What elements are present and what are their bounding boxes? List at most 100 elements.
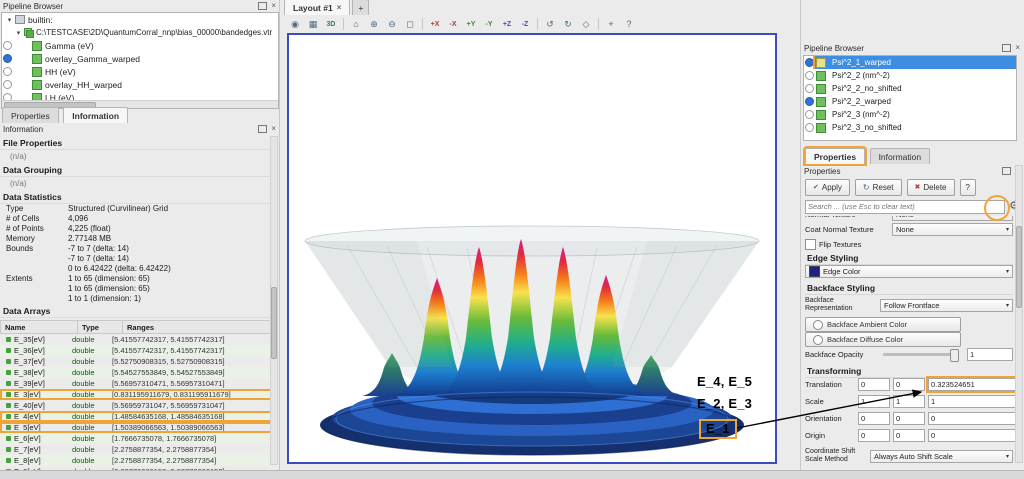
- visibility-eye-icon[interactable]: [805, 97, 814, 106]
- pipeline-item-psi2-2-warped[interactable]: Psi^2_2_warped: [804, 95, 1016, 108]
- tab-information[interactable]: Information: [870, 148, 931, 164]
- backface-ambient-color-button[interactable]: Backface Ambient Color: [805, 317, 961, 332]
- table-row[interactable]: E_7[eV]double[2.2758877354, 2.2758877354…: [0, 444, 272, 455]
- orientation-z-input[interactable]: [928, 412, 1017, 425]
- isometric-view-icon[interactable]: ◇: [577, 16, 595, 33]
- table-row[interactable]: E_38[eV]double[5.54527553849, 5.54527553…: [0, 367, 272, 378]
- scale-x-input[interactable]: [858, 395, 890, 408]
- vertical-scrollbar[interactable]: [1015, 165, 1023, 463]
- delete-button[interactable]: ✖ Delete: [907, 179, 955, 196]
- visibility-eye-icon[interactable]: [805, 71, 814, 80]
- pipeline-item-psi2-3-no-shifted[interactable]: Psi^2_3_no_shifted: [804, 121, 1016, 134]
- col-name[interactable]: Name: [1, 321, 78, 333]
- table-row[interactable]: E_8[eV]double[2.2758877354, 2.2758877354…: [0, 455, 272, 466]
- tab-properties[interactable]: Properties: [2, 107, 59, 123]
- translation-y-input[interactable]: [893, 378, 925, 391]
- table-row[interactable]: E_6[eV]double[1.7666735078, 1.7666735078…: [0, 433, 272, 444]
- coat-normal-texture-select[interactable]: None ▾: [892, 223, 1013, 236]
- view-minus-z-icon[interactable]: -Z: [516, 16, 534, 33]
- visibility-eye-icon[interactable]: [3, 67, 12, 76]
- float-panel-icon[interactable]: [258, 2, 267, 10]
- scale-y-input[interactable]: [893, 395, 925, 408]
- orientation-y-input[interactable]: [893, 412, 925, 425]
- pipeline-item-psi2-3[interactable]: Psi^2_3 (nm^-2): [804, 108, 1016, 121]
- table-row[interactable]: E_40[eV]double[5.56959731047, 5.56959731…: [0, 400, 272, 411]
- mode-3d-toggle[interactable]: 3D: [322, 16, 340, 33]
- coordinate-shift-select[interactable]: Always Auto Shift Scale ▾: [870, 450, 1013, 463]
- tab-information[interactable]: Information: [63, 107, 128, 123]
- view-minus-x-icon[interactable]: -X: [444, 16, 462, 33]
- close-panel-icon[interactable]: ×: [1015, 44, 1020, 52]
- backface-opacity-slider[interactable]: [883, 353, 959, 356]
- close-panel-icon[interactable]: ×: [271, 2, 276, 10]
- rotate-ccw-icon[interactable]: ↺: [541, 16, 559, 33]
- reset-camera-icon[interactable]: ⌂: [347, 16, 365, 33]
- origin-z-input[interactable]: [928, 429, 1017, 442]
- tree-item-hh[interactable]: HH (eV): [2, 65, 278, 78]
- help-button[interactable]: ?: [960, 179, 976, 196]
- tab-properties[interactable]: Properties: [805, 148, 865, 164]
- close-panel-icon[interactable]: ×: [271, 125, 276, 133]
- rotate-cw-icon[interactable]: ↻: [559, 16, 577, 33]
- origin-y-input[interactable]: [893, 429, 925, 442]
- tab-layout-1[interactable]: Layout #1 ×: [284, 0, 350, 15]
- pipeline-item-psi2-1-warped[interactable]: Psi^2_1_warped: [804, 56, 1016, 69]
- col-ranges[interactable]: Ranges: [123, 321, 271, 333]
- translation-x-input[interactable]: [858, 378, 890, 391]
- view-minus-y-icon[interactable]: -Y: [480, 16, 498, 33]
- view-plus-y-icon[interactable]: +Y: [462, 16, 480, 33]
- visibility-eye-icon[interactable]: [805, 123, 814, 132]
- close-tab-icon[interactable]: ×: [337, 3, 342, 12]
- visibility-eye-icon[interactable]: [3, 80, 12, 89]
- new-layout-tab-button[interactable]: +: [352, 0, 369, 15]
- view-plus-z-icon[interactable]: +Z: [498, 16, 516, 33]
- tree-item-overlay-gamma[interactable]: overlay_Gamma_warped: [2, 52, 278, 65]
- visibility-eye-icon[interactable]: [3, 41, 12, 50]
- translation-z-input[interactable]: [928, 378, 1017, 391]
- expander-icon[interactable]: ▾: [14, 29, 23, 37]
- visibility-eye-icon[interactable]: [805, 58, 814, 67]
- camera-icon[interactable]: ◉: [286, 16, 304, 33]
- vertical-scrollbar[interactable]: [270, 136, 278, 465]
- view-plus-x-icon[interactable]: +X: [426, 16, 444, 33]
- zoom-to-data-icon[interactable]: ⊕: [365, 16, 383, 33]
- backface-representation-select[interactable]: Follow Frontface ▾: [880, 299, 1013, 312]
- orientation-x-input[interactable]: [858, 412, 890, 425]
- float-panel-icon[interactable]: [1002, 44, 1011, 52]
- col-type[interactable]: Type: [78, 321, 123, 333]
- table-row-highlighted[interactable]: E_5[eV]double[1.50389066563, 1.503890665…: [0, 422, 272, 433]
- center-axes-icon[interactable]: +: [602, 16, 620, 33]
- float-panel-icon[interactable]: [258, 125, 267, 133]
- visibility-eye-icon[interactable]: [3, 54, 12, 63]
- float-panel-icon[interactable]: [1002, 167, 1011, 175]
- adjust-view-icon[interactable]: ▦: [304, 16, 322, 33]
- table-row[interactable]: E_36[eV]double[5.41557742317, 5.41557742…: [0, 345, 272, 356]
- table-row-highlighted[interactable]: E_4[eV]double[1.48584635168, 1.485846351…: [0, 411, 272, 422]
- visibility-eye-icon[interactable]: [805, 110, 814, 119]
- help-icon[interactable]: ?: [620, 16, 638, 33]
- origin-x-input[interactable]: [858, 429, 890, 442]
- table-row-highlighted[interactable]: E_3[eV]double[0.831195911679, 0.83119591…: [0, 389, 272, 400]
- search-input[interactable]: [805, 200, 1005, 214]
- expander-icon[interactable]: ▾: [5, 16, 14, 24]
- zoom-closest-icon[interactable]: ⊖: [383, 16, 401, 33]
- apply-button[interactable]: ✔ Apply: [805, 179, 850, 196]
- edge-color-select[interactable]: Edge Color ▾: [805, 265, 1013, 278]
- backface-diffuse-color-button[interactable]: Backface Diffuse Color: [805, 332, 961, 347]
- table-row[interactable]: E_37[eV]double[5.52750908315, 5.52750908…: [0, 356, 272, 367]
- tree-item-builtin[interactable]: ▾ builtin:: [2, 13, 278, 26]
- table-row[interactable]: E_39[eV]double[5.56957310471, 5.56957310…: [0, 378, 272, 389]
- backface-opacity-input[interactable]: [967, 348, 1013, 361]
- table-row[interactable]: E_35[eV]double[5.41557742317, 5.41557742…: [0, 334, 272, 345]
- normal-texture-select[interactable]: None ▾: [892, 216, 1013, 221]
- tree-item-gamma[interactable]: Gamma (eV): [2, 39, 278, 52]
- table-header-row[interactable]: Name Type Ranges: [0, 320, 272, 334]
- tree-item-file[interactable]: ▾ C:\TESTCASE\2D\QuantumCorral_nnp\bias_…: [2, 26, 278, 39]
- visibility-eye-icon[interactable]: [805, 84, 814, 93]
- scale-z-input[interactable]: [928, 395, 1017, 408]
- zoom-to-box-icon[interactable]: ◻: [401, 16, 419, 33]
- flip-textures-checkbox[interactable]: [805, 239, 816, 250]
- tree-item-overlay-hh[interactable]: overlay_HH_warped: [2, 78, 278, 91]
- pipeline-item-psi2-2[interactable]: Psi^2_2 (nm^-2): [804, 69, 1016, 82]
- pipeline-item-psi2-2-no-shifted[interactable]: Psi^2_2_no_shifted: [804, 82, 1016, 95]
